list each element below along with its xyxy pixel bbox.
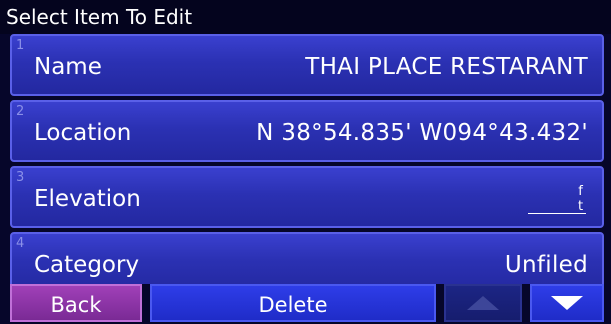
row-label: Location	[34, 120, 132, 146]
row-value: THAI PLACE RESTARANT	[305, 54, 588, 80]
scroll-up-button[interactable]	[444, 284, 522, 322]
row-number: 4	[16, 236, 25, 251]
row-number: 1	[16, 38, 25, 53]
row-number: 2	[16, 104, 25, 119]
page-title: Select Item To Edit	[0, 0, 611, 34]
row-elevation[interactable]: 3 Elevation ft	[10, 166, 604, 228]
elevation-value-field: ft	[528, 184, 588, 214]
row-name[interactable]: 1 Name THAI PLACE RESTARANT	[10, 34, 604, 96]
edit-items-list: 1 Name THAI PLACE RESTARANT 2 Location N…	[10, 34, 604, 298]
scroll-down-button[interactable]	[530, 284, 604, 322]
delete-button[interactable]: Delete	[150, 284, 436, 322]
row-number: 3	[16, 170, 25, 185]
down-arrow-icon	[551, 296, 583, 310]
row-value: N 38°54.835' W094°43.432'	[256, 120, 588, 146]
row-label: Elevation	[34, 186, 141, 212]
row-location[interactable]: 2 Location N 38°54.835' W094°43.432'	[10, 100, 604, 162]
row-label: Name	[34, 54, 102, 80]
up-arrow-icon	[467, 296, 499, 310]
elevation-unit: ft	[573, 184, 588, 214]
bottom-toolbar: Back Delete	[0, 284, 611, 322]
back-button[interactable]: Back	[10, 284, 142, 322]
